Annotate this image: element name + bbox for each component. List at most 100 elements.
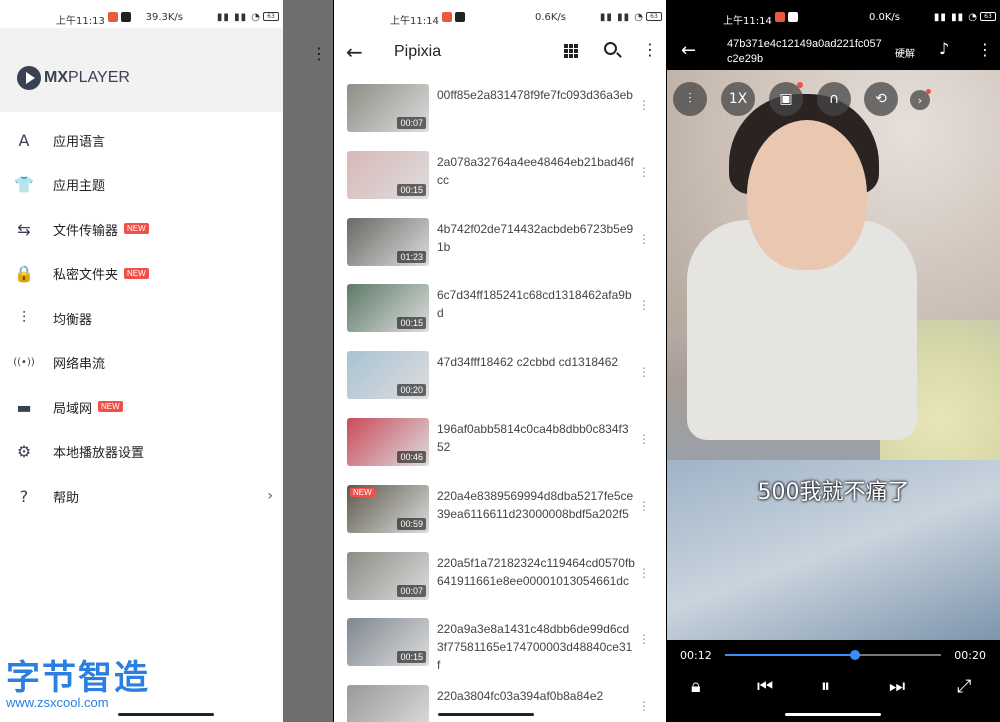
- drawer-item-label: 网络串流: [53, 357, 106, 373]
- back-arrow-icon[interactable]: ←: [346, 40, 363, 64]
- video-thumbnail[interactable]: 00:15: [347, 284, 429, 333]
- video-frame[interactable]: 500我就不痛了: [667, 70, 1000, 640]
- drawer-item-2[interactable]: ⇆ 文件传输器 NEW: [0, 207, 283, 252]
- more-vert-icon[interactable]: ⋮: [638, 499, 650, 513]
- video-list-item[interactable]: 00:15 6c7d34ff185241c68cd1318462afa9bd ⋮: [334, 280, 666, 347]
- video-title: 47b371e4c12149a0ad221fc057c2e29b: [727, 38, 882, 65]
- lan-folder-icon: ▬: [16, 397, 32, 417]
- pause-icon[interactable]: ⏸︎: [821, 676, 830, 697]
- folder-title: Pipixia: [394, 43, 442, 60]
- video-list: 00:07 00ff85e2a831478f9fe7fc093d36a3eb ⋮ 00…: [334, 80, 666, 722]
- fullscreen-icon[interactable]: ⤢: [957, 676, 971, 697]
- more-vert-icon[interactable]: ⋮: [638, 232, 650, 246]
- more-vert-icon[interactable]: ⋮: [977, 40, 993, 59]
- video-duration: 01:23: [397, 250, 426, 263]
- video-list-item[interactable]: 00:15 2a078a32764a4ee48464eb21bad46fcc ⋮: [334, 147, 666, 214]
- video-thumbnail[interactable]: 00:59 NEW: [347, 484, 429, 533]
- signal-icon: ▮▮ ▮▮ ◔: [933, 12, 978, 23]
- drawer-item-0[interactable]: A 应用语言: [0, 118, 283, 163]
- expand-controls-button[interactable]: ›: [910, 89, 931, 110]
- drawer-item-label: 本地播放器设置: [53, 446, 145, 462]
- lock-icon[interactable]: 🔒︎: [691, 676, 701, 697]
- drawer-item-3[interactable]: 🔒 私密文件夹 NEW: [0, 252, 283, 297]
- video-list-item[interactable]: 00:07 00ff85e2a831478f9fe7fc093d36a3eb ⋮: [334, 80, 666, 147]
- tiktok-icon: [121, 12, 131, 22]
- video-list-item[interactable]: 00:20 47d34fff18462 c2cbbd cd1318462 ⋮: [334, 347, 666, 414]
- chevron-right-icon: ›: [917, 93, 923, 107]
- battery-icon: 63: [263, 12, 279, 21]
- subtitle-text: 500我就不痛了: [757, 480, 910, 505]
- network-stream-icon: ((•)): [13, 357, 35, 369]
- watermark: 字节智造 www.zsxcool.com: [6, 650, 150, 710]
- video-thumbnail[interactable]: 00:20: [347, 351, 429, 400]
- record-icon: [108, 12, 118, 22]
- video-thumbnail[interactable]: 01:23: [347, 217, 429, 266]
- status-bar: 上午11:14 0.0K/s ▮▮ ▮▮ ◔ 63: [667, 0, 1000, 34]
- video-thumbnail[interactable]: 00:07: [347, 551, 429, 600]
- help-icon: ?: [19, 486, 29, 506]
- drawer-item-4[interactable]: ⫶ 均衡器: [0, 296, 283, 341]
- audio-button[interactable]: ∩: [817, 82, 851, 116]
- equalizer-icon: ⫶: [21, 308, 26, 328]
- pip-button[interactable]: ▣: [769, 82, 803, 116]
- notification-dot: [797, 82, 803, 88]
- drawer-item-7[interactable]: ⚙ 本地播放器设置: [0, 430, 283, 475]
- more-vert-icon[interactable]: ⋮: [638, 365, 650, 379]
- seek-track[interactable]: [725, 650, 941, 660]
- screen-drawer: 上午11:13 39.3K/s ▮▮ ▮▮ ◔ 63 MXPLAYER A 应用语…: [0, 0, 333, 722]
- drawer-item-5[interactable]: ((•)) 网络串流: [0, 341, 283, 386]
- search-icon[interactable]: [604, 42, 617, 55]
- navigation-drawer: 上午11:13 39.3K/s ▮▮ ▮▮ ◔ 63 MXPLAYER A 应用语…: [0, 0, 283, 722]
- video-thumbnail[interactable]: 00:07: [347, 84, 429, 132]
- private-folder-icon: 🔒: [14, 264, 34, 284]
- seek-handle[interactable]: [849, 650, 860, 660]
- rotate-button[interactable]: ⟲: [864, 82, 898, 116]
- status-time: 上午11:14: [723, 16, 772, 27]
- language-icon: A: [18, 130, 30, 150]
- total-time: 00:20: [954, 649, 986, 662]
- video-duration: 00:59: [397, 517, 426, 530]
- drawer-item-label: 应用语言: [53, 134, 106, 150]
- previous-icon[interactable]: ⏮︎: [757, 676, 773, 697]
- drawer-item-6[interactable]: ▬ 局域网 NEW: [0, 385, 283, 430]
- drawer-item-8[interactable]: ? 帮助 ›: [0, 474, 283, 519]
- music-note-icon[interactable]: ♪: [939, 39, 949, 58]
- more-vert-icon[interactable]: ⋮: [638, 98, 650, 112]
- grid-view-icon[interactable]: [564, 44, 578, 58]
- drawer-scrim[interactable]: ⋮: [283, 0, 333, 722]
- video-thumbnail[interactable]: 00:15: [347, 618, 429, 667]
- video-list-item[interactable]: 00:15 220a9a3e8a1431c48dbb6de99d6cd3f7758…: [334, 614, 666, 681]
- play-logo-icon: [17, 66, 41, 90]
- video-list-item[interactable]: 00:07 220a5f1a72182324c119464cd0570fb6419…: [334, 548, 666, 615]
- video-list-item[interactable]: 00:59 NEW 220a4e8389569994d8dba5217fe5ce39…: [334, 481, 666, 548]
- signal-icon: ▮▮ ▮▮ ◔: [599, 12, 644, 23]
- status-speed: 0.6K/s: [534, 12, 566, 23]
- video-thumbnail[interactable]: 00:15: [347, 150, 429, 199]
- gesture-bar: [438, 713, 534, 716]
- more-vert-icon[interactable]: ⋮: [642, 40, 658, 59]
- file-transfer-icon: ⇆: [17, 219, 31, 239]
- seek-progress: [725, 654, 855, 656]
- video-name: 196af0abb5814c0ca4b8dbb0c834f352: [437, 421, 629, 454]
- video-thumbnail[interactable]: [347, 685, 429, 722]
- more-vert-icon[interactable]: ⋮: [638, 432, 650, 446]
- video-thumbnail[interactable]: 00:46: [347, 417, 429, 466]
- more-vert-icon[interactable]: ⋮: [638, 165, 650, 179]
- more-vert-icon[interactable]: ⋮: [638, 566, 650, 580]
- more-vert-icon[interactable]: ⋮: [638, 632, 650, 646]
- equalizer-button[interactable]: ⫶: [673, 82, 707, 116]
- next-icon[interactable]: ⏭︎: [889, 676, 905, 697]
- drawer-item-label: 私密文件夹: [53, 268, 119, 284]
- playback-speed-button[interactable]: 1X: [721, 82, 755, 116]
- status-bar: 上午11:14 0.6K/s ▮▮ ▮▮ ◔ 63: [334, 0, 666, 34]
- video-list-item[interactable]: 01:23 4b742f02de714432acbdeb6723b5e91b ⋮: [334, 214, 666, 281]
- new-badge: NEW: [124, 223, 149, 234]
- record-icon: [442, 12, 452, 22]
- more-vert-icon[interactable]: ⋮: [638, 298, 650, 312]
- decoder-button[interactable]: 硬解: [895, 45, 915, 60]
- drawer-item-1[interactable]: 👕 应用主题: [0, 163, 283, 208]
- back-arrow-icon[interactable]: ←: [681, 40, 696, 61]
- more-vert-icon[interactable]: ⋮: [638, 699, 650, 713]
- notification-dot: [926, 89, 931, 94]
- video-list-item[interactable]: 00:46 196af0abb5814c0ca4b8dbb0c834f352 ⋮: [334, 414, 666, 481]
